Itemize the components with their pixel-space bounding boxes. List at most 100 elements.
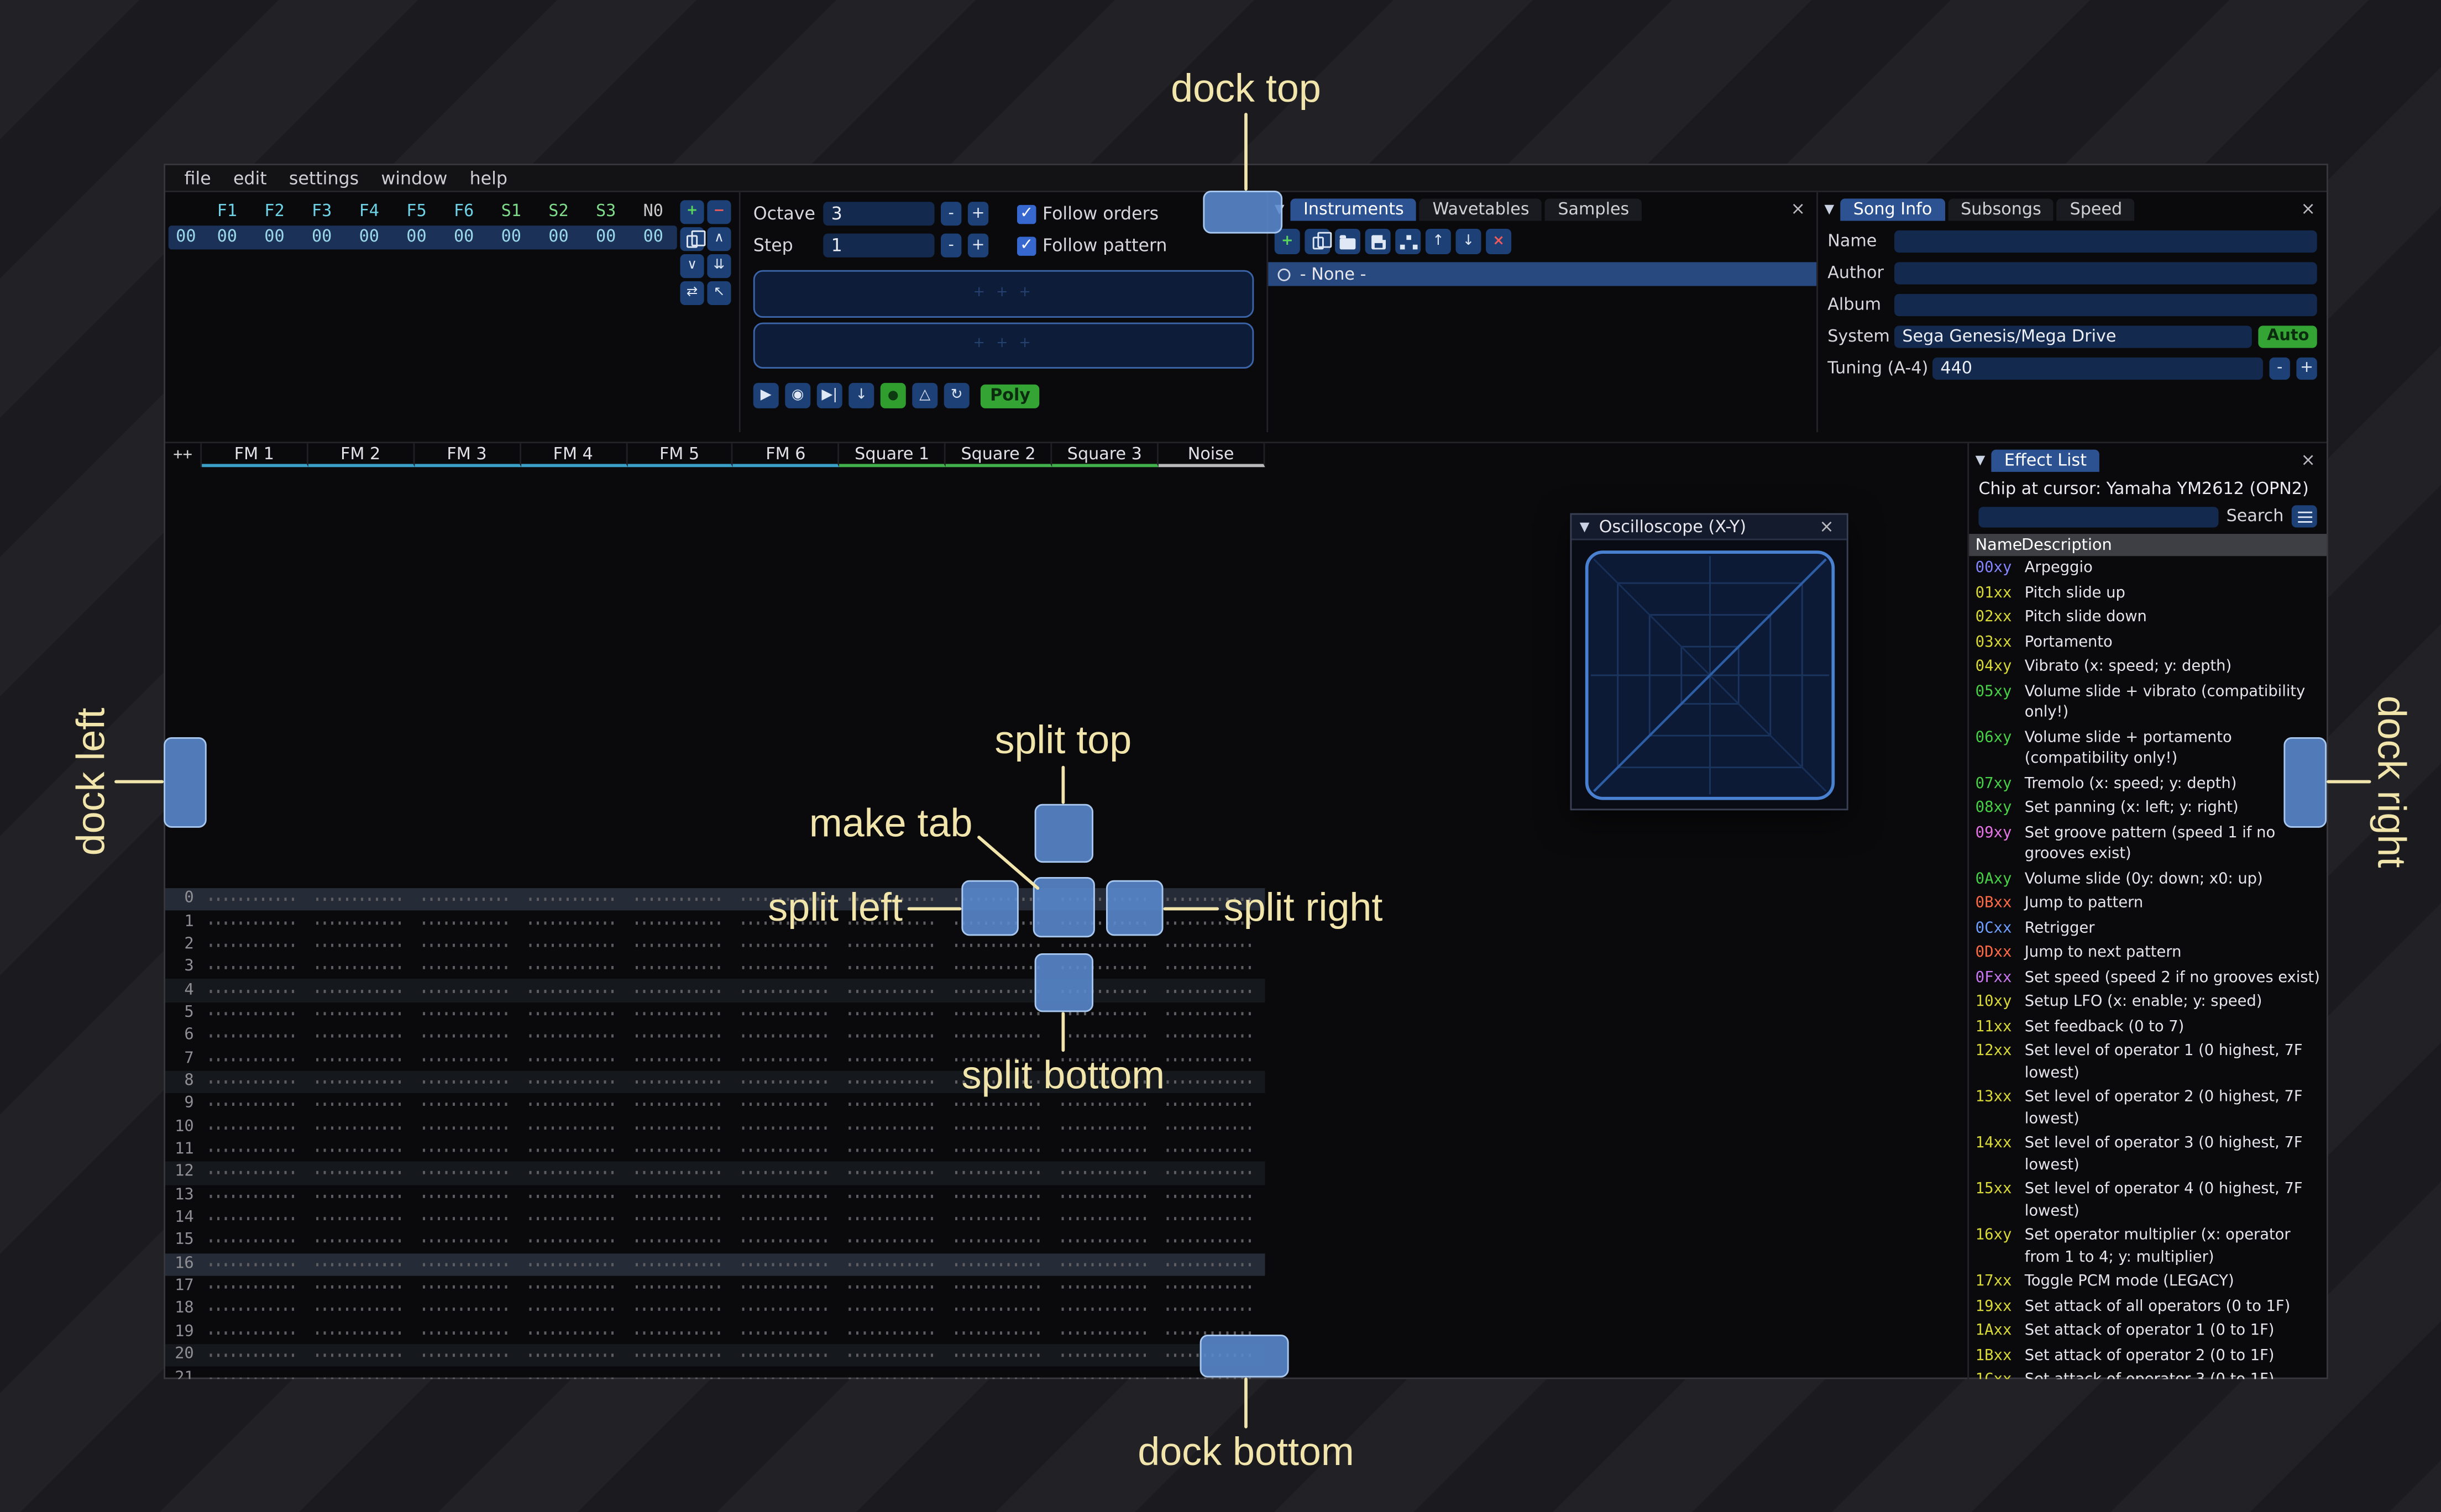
- pattern-cell[interactable]: [521, 1148, 627, 1152]
- pattern-cell[interactable]: [202, 989, 308, 993]
- pattern-cell[interactable]: [627, 1057, 733, 1061]
- pattern-cell[interactable]: [308, 921, 414, 924]
- dock-target-split-left[interactable]: [961, 880, 1019, 936]
- pattern-cell[interactable]: [521, 1194, 627, 1198]
- pattern-cell[interactable]: [308, 1148, 414, 1152]
- step-increase-button[interactable]: +: [967, 233, 989, 258]
- pattern-cell[interactable]: [521, 1012, 627, 1015]
- pattern-cell[interactable]: [1159, 1057, 1265, 1061]
- pattern-cell[interactable]: [415, 1285, 521, 1289]
- pattern-cell[interactable]: [415, 1308, 521, 1312]
- oscilloscope-titlebar[interactable]: ▼ Oscilloscope (X-Y) ×: [1572, 514, 1847, 540]
- pattern-cell[interactable]: [734, 1217, 840, 1221]
- pattern-cell[interactable]: [521, 1377, 627, 1379]
- pattern-cell[interactable]: [840, 1308, 946, 1312]
- order-cell[interactable]: 00: [393, 229, 441, 245]
- order-cell[interactable]: 00: [298, 229, 345, 245]
- pattern-cell[interactable]: [308, 989, 414, 993]
- pattern-cell[interactable]: [202, 1012, 308, 1015]
- pattern-cell[interactable]: [308, 1217, 414, 1221]
- pattern-cell[interactable]: [1159, 1171, 1265, 1175]
- pattern-cell[interactable]: [734, 943, 840, 947]
- pattern-cell[interactable]: [202, 966, 308, 970]
- effect-row[interactable]: 11xx Set feedback (0 to 7): [1969, 1015, 2327, 1040]
- pattern-cell[interactable]: [202, 1171, 308, 1175]
- pattern-cell[interactable]: [840, 966, 946, 970]
- pattern-cell[interactable]: [1159, 1194, 1265, 1198]
- effect-row[interactable]: 07xy Tremolo (x: speed; y: depth): [1969, 771, 2327, 796]
- menu-window[interactable]: window: [370, 166, 458, 190]
- pattern-cell[interactable]: [840, 1035, 946, 1038]
- pattern-cell[interactable]: [946, 1148, 1052, 1152]
- pattern-cell[interactable]: [308, 966, 414, 970]
- menu-settings[interactable]: settings: [278, 166, 370, 190]
- pattern-cell[interactable]: [415, 1012, 521, 1015]
- instruments-tab-instruments[interactable]: Instruments: [1290, 197, 1417, 221]
- instruments-tab-samples[interactable]: Samples: [1545, 197, 1642, 221]
- order-cell[interactable]: 00: [203, 229, 251, 245]
- pattern-cell[interactable]: [415, 1262, 521, 1266]
- pattern-cell[interactable]: [521, 1126, 627, 1130]
- pattern-cell[interactable]: [415, 1217, 521, 1221]
- pattern-cell[interactable]: [415, 989, 521, 993]
- pattern-cell[interactable]: [627, 1308, 733, 1312]
- pattern-cell[interactable]: [521, 1285, 627, 1289]
- effect-row[interactable]: 14xx Set level of operator 3 (0 highest, …: [1969, 1131, 2327, 1177]
- pattern-cell[interactable]: [415, 1377, 521, 1379]
- pattern-cell[interactable]: [521, 1331, 627, 1335]
- pattern-cell[interactable]: [946, 1262, 1052, 1266]
- pattern-cell[interactable]: [308, 1285, 414, 1289]
- effect-row[interactable]: 15xx Set level of operator 4 (0 highest, …: [1969, 1177, 2327, 1223]
- dock-target-right[interactable]: [2283, 737, 2327, 828]
- order-row[interactable]: 00 00 00 00 00 00 00 00 00 00 00: [168, 225, 677, 249]
- effect-row[interactable]: 16xy Set operator multiplier (x: operator…: [1969, 1224, 2327, 1269]
- move-order-up-button[interactable]: ∧: [707, 227, 731, 251]
- pattern-cell[interactable]: [1159, 1148, 1265, 1152]
- pattern-cell[interactable]: [521, 897, 627, 901]
- pattern-cell[interactable]: [946, 943, 1052, 947]
- pattern-cell[interactable]: [202, 1057, 308, 1061]
- author-field[interactable]: [1894, 261, 2317, 284]
- pattern-cell[interactable]: [202, 1194, 308, 1198]
- pattern-cell[interactable]: [415, 966, 521, 970]
- pattern-cell[interactable]: [946, 1285, 1052, 1289]
- effect-row[interactable]: 17xx Toggle PCM mode (LEGACY): [1969, 1269, 2327, 1294]
- pattern-cell[interactable]: [308, 1308, 414, 1312]
- pattern-cell[interactable]: [627, 966, 733, 970]
- pattern-cell[interactable]: [415, 1035, 521, 1038]
- system-field[interactable]: Sega Genesis/Mega Drive: [1894, 324, 2253, 348]
- pattern-cell[interactable]: [946, 1353, 1052, 1357]
- pattern-cell[interactable]: [1159, 943, 1265, 947]
- song-info-tab-speed[interactable]: Speed: [2057, 197, 2135, 221]
- pattern-cell[interactable]: [1159, 989, 1265, 993]
- pattern-cell[interactable]: [202, 1080, 308, 1084]
- name-field[interactable]: [1894, 229, 2317, 252]
- pattern-cell[interactable]: [627, 1080, 733, 1084]
- pattern-cell[interactable]: [946, 1194, 1052, 1198]
- pattern-cell[interactable]: [415, 921, 521, 924]
- pattern-cell[interactable]: [734, 1057, 840, 1061]
- pattern-cell[interactable]: [627, 1240, 733, 1243]
- pattern-cell[interactable]: [1052, 1126, 1159, 1130]
- pattern-cell[interactable]: [734, 1103, 840, 1106]
- effect-list-menu-button[interactable]: [2291, 505, 2317, 528]
- effect-row[interactable]: 01xx Pitch slide up: [1969, 581, 2327, 606]
- pattern-cell[interactable]: [1159, 1217, 1265, 1221]
- stop-button[interactable]: ↓: [848, 382, 874, 408]
- open-instrument-button[interactable]: [1335, 229, 1360, 254]
- pattern-cell[interactable]: [521, 921, 627, 924]
- pattern-cell[interactable]: [415, 943, 521, 947]
- pattern-cell[interactable]: [521, 1080, 627, 1084]
- pattern-cell[interactable]: [734, 1148, 840, 1152]
- effect-row[interactable]: 04xy Vibrato (x: speed; y: depth): [1969, 655, 2327, 680]
- pattern-cell[interactable]: [521, 1217, 627, 1221]
- pattern-cell[interactable]: [840, 1377, 946, 1379]
- dock-target-make-tab[interactable]: [1033, 877, 1095, 938]
- menu-help[interactable]: help: [458, 166, 518, 190]
- order-cell[interactable]: 00: [251, 229, 298, 245]
- pattern-cell[interactable]: [946, 1171, 1052, 1175]
- pattern-cell[interactable]: [202, 1217, 308, 1221]
- pattern-cell[interactable]: [627, 1035, 733, 1038]
- pattern-cell[interactable]: [308, 1240, 414, 1243]
- pattern-cell[interactable]: [521, 1308, 627, 1312]
